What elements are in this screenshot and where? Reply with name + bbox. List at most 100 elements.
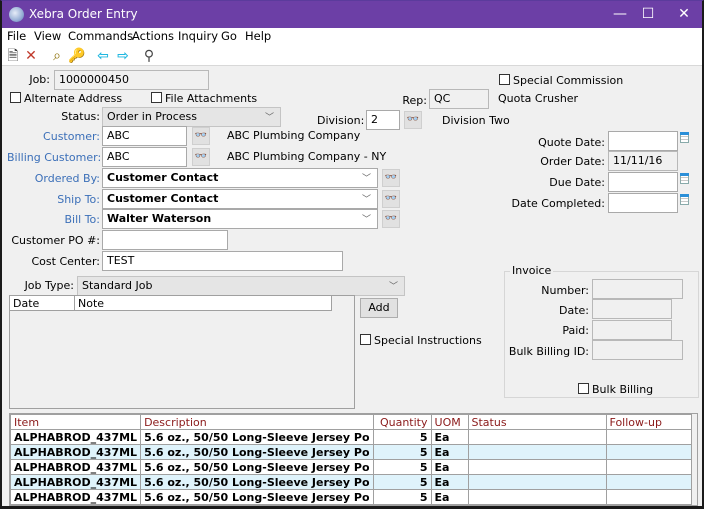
date-completed-calendar-icon[interactable] (680, 194, 689, 205)
item-cell[interactable]: ALPHABROD_437ML (9, 489, 142, 505)
item-cell[interactable]: ALPHABROD_437ML (9, 429, 142, 445)
division-lookup-binoculars-icon[interactable]: 👓 (404, 111, 422, 129)
status-cell[interactable] (467, 429, 607, 445)
menu-help[interactable]: Help (245, 29, 271, 43)
description-cell[interactable]: 5.6 oz., 50/50 Long-Sleeve Jersey Po (140, 489, 374, 505)
delete-icon[interactable]: ✕ (22, 47, 40, 65)
ship-to-dropdown[interactable]: Customer Contact ﹀ (102, 189, 378, 209)
bill-to-lookup-binoculars-icon[interactable]: 👓 (382, 210, 400, 228)
quote-date-field[interactable] (608, 131, 678, 151)
forward-arrow-icon[interactable]: ⇨ (114, 47, 132, 65)
status-cell[interactable] (467, 474, 607, 490)
special-instructions-checkbox[interactable]: Special Instructions (360, 334, 482, 347)
checkbox-box[interactable] (578, 383, 589, 394)
customer-lookup-binoculars-icon[interactable]: 👓 (192, 127, 210, 145)
due-date-calendar-icon[interactable] (680, 173, 689, 184)
menu-actions[interactable]: Actions (132, 29, 174, 43)
menu-view[interactable]: View (34, 29, 61, 43)
quantity-cell[interactable]: 5 (372, 489, 432, 505)
ship-to-label[interactable]: Ship To: (12, 193, 100, 206)
column-status[interactable]: Status (467, 414, 607, 430)
add-note-button[interactable]: Add (360, 298, 398, 318)
status-cell[interactable] (467, 459, 607, 475)
search-binoculars-icon[interactable]: ⚲ (140, 47, 158, 65)
notes-column-date[interactable]: Date (13, 297, 39, 310)
cost-center-field[interactable]: TEST (102, 251, 343, 271)
date-completed-field[interactable] (608, 193, 678, 213)
billing-customer-label[interactable]: Billing Customer: (7, 151, 101, 164)
checkbox-box[interactable] (499, 74, 510, 85)
table-row[interactable]: ALPHABROD_437ML 5.6 oz., 50/50 Long-Slee… (9, 489, 692, 505)
description-cell[interactable]: 5.6 oz., 50/50 Long-Sleeve Jersey Po (140, 474, 374, 490)
uom-cell[interactable]: Ea (430, 444, 469, 460)
status-cell[interactable] (467, 489, 607, 505)
quantity-cell[interactable]: 5 (372, 429, 432, 445)
followup-cell[interactable] (605, 489, 692, 505)
followup-cell[interactable] (605, 444, 692, 460)
job-number-field[interactable]: 1000000450 (54, 70, 209, 90)
column-description[interactable]: Description (140, 414, 374, 430)
table-row[interactable]: ALPHABROD_437ML 5.6 oz., 50/50 Long-Slee… (9, 459, 692, 475)
division-field[interactable]: 2 (366, 110, 400, 130)
uom-cell[interactable]: Ea (430, 474, 469, 490)
description-cell[interactable]: 5.6 oz., 50/50 Long-Sleeve Jersey Po (140, 429, 374, 445)
due-date-field[interactable] (608, 172, 678, 192)
table-row[interactable]: ALPHABROD_437ML 5.6 oz., 50/50 Long-Slee… (9, 474, 692, 490)
column-divider[interactable] (74, 296, 75, 311)
checkbox-box[interactable] (10, 92, 21, 103)
order-date-field[interactable]: 11/11/16 (608, 151, 678, 171)
bill-to-label[interactable]: Bill To: (12, 213, 101, 226)
bulk-billing-id-field[interactable] (592, 340, 683, 360)
invoice-number-field[interactable] (592, 279, 683, 299)
column-quantity[interactable]: Quantity (372, 414, 432, 430)
uom-cell[interactable]: Ea (430, 489, 469, 505)
menu-file[interactable]: File (7, 29, 26, 43)
quote-date-calendar-icon[interactable] (680, 132, 689, 143)
alternate-address-checkbox[interactable]: Alternate Address (10, 92, 122, 105)
description-cell[interactable]: 5.6 oz., 50/50 Long-Sleeve Jersey Po (140, 444, 374, 460)
items-grid[interactable]: Item Description Quantity UOM Status Fol… (9, 413, 698, 506)
maximize-button[interactable]: ☐ (630, 1, 666, 28)
invoice-paid-field[interactable] (592, 320, 672, 340)
customer-label[interactable]: Customer: (12, 130, 100, 143)
quantity-cell[interactable]: 5 (372, 459, 432, 475)
bulk-billing-checkbox[interactable]: Bulk Billing (578, 383, 653, 396)
status-cell[interactable] (467, 444, 607, 460)
uom-cell[interactable]: Ea (430, 459, 469, 475)
column-followup[interactable]: Follow-up (605, 414, 692, 430)
job-type-dropdown[interactable]: Standard Job ﹀ (77, 276, 405, 296)
item-cell[interactable]: ALPHABROD_437ML (9, 444, 142, 460)
billing-customer-field[interactable]: ABC (102, 147, 187, 167)
customer-po-field[interactable] (102, 230, 228, 250)
rep-field[interactable]: QC (429, 89, 489, 109)
checkbox-box[interactable] (151, 92, 162, 103)
notes-column-note[interactable]: Note (78, 297, 104, 310)
item-cell[interactable]: ALPHABROD_437ML (9, 474, 142, 490)
quantity-cell[interactable]: 5 (372, 444, 432, 460)
followup-cell[interactable] (605, 429, 692, 445)
key-icon[interactable]: 🔑 (68, 47, 86, 65)
followup-cell[interactable] (605, 474, 692, 490)
billing-customer-lookup-binoculars-icon[interactable]: 👓 (192, 148, 210, 166)
menu-commands[interactable]: Commands (68, 29, 133, 43)
notes-list[interactable]: Date Note (9, 295, 355, 409)
quantity-cell[interactable]: 5 (372, 474, 432, 490)
menu-inquiry[interactable]: Inquiry (178, 29, 218, 43)
column-uom[interactable]: UOM (430, 414, 469, 430)
ship-to-lookup-binoculars-icon[interactable]: 👓 (382, 190, 400, 208)
checkbox-box[interactable] (360, 334, 371, 345)
menu-go[interactable]: Go (221, 29, 237, 43)
column-item[interactable]: Item (9, 414, 142, 430)
ordered-by-lookup-binoculars-icon[interactable]: 👓 (382, 169, 400, 187)
ordered-by-dropdown[interactable]: Customer Contact ﹀ (102, 168, 378, 188)
bill-to-dropdown[interactable]: Walter Waterson ﹀ (102, 209, 378, 229)
ordered-by-label[interactable]: Ordered By: (12, 172, 100, 185)
table-row[interactable]: ALPHABROD_437ML 5.6 oz., 50/50 Long-Slee… (9, 444, 692, 460)
customer-field[interactable]: ABC (102, 126, 187, 146)
status-dropdown[interactable]: Order in Process ﹀ (102, 107, 281, 127)
uom-cell[interactable]: Ea (430, 429, 469, 445)
description-cell[interactable]: 5.6 oz., 50/50 Long-Sleeve Jersey Po (140, 459, 374, 475)
table-row[interactable]: ALPHABROD_437ML 5.6 oz., 50/50 Long-Slee… (9, 429, 692, 445)
file-attachments-checkbox[interactable]: File Attachments (151, 92, 257, 105)
close-button[interactable]: ✕ (666, 1, 702, 28)
